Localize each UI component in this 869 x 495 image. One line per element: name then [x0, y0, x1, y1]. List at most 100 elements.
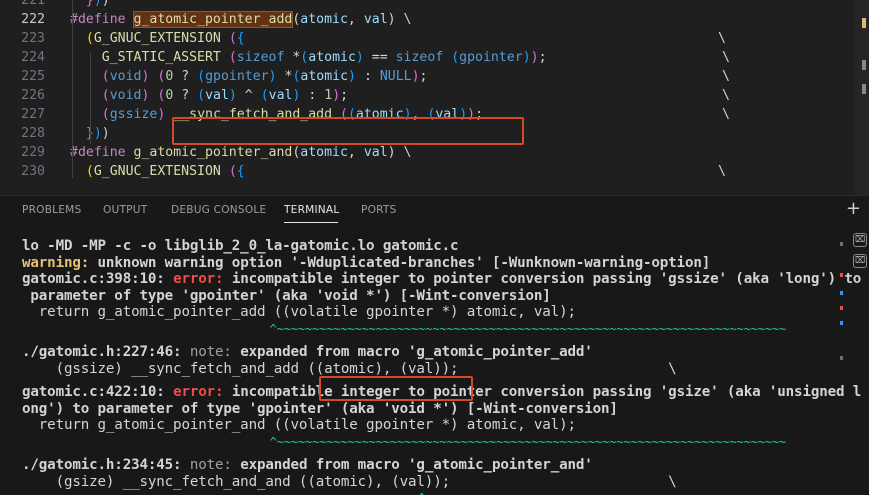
terminal-line: ./gatomic.h:234:45: note: expanded from … [22, 457, 832, 474]
terminal-text: incompatible integer to pointer conversi… [223, 271, 862, 287]
code-text: #define g_atomic_pointer_add(atomic, val… [70, 10, 411, 29]
code-text: (void) (0 ? (gpointer) *(atomic) : NULL)… [70, 67, 428, 86]
code-editor[interactable]: 221 })) 222 #define g_atomic_pointer_add(a… [0, 0, 869, 195]
code-token: ; [419, 69, 428, 84]
line-number: 221 [21, 0, 45, 8]
code-text: (void) (0 ? (val) ^ (val) : 1); [70, 86, 348, 105]
terminal-line: (gsize) __sync_fetch_and_and ((atomic), … [22, 474, 832, 491]
terminal-line: ^~~~~~~~~~~~~~~~~~~~~~~~~~~~~~~~~~~~~~~~… [22, 434, 832, 451]
code-token: void [109, 69, 142, 84]
terminal-text: expanded from macro 'g_atomic_pointer_an… [231, 457, 593, 473]
code-token: ( [228, 164, 237, 179]
terminal-err-text: error: [173, 384, 224, 400]
code-line[interactable]: 221 })) [0, 0, 840, 10]
code-token: * [276, 69, 293, 84]
tab-problems[interactable]: PROBLEMS [22, 204, 81, 216]
terminal-line: parameter of type 'gpointer' (aka 'void … [22, 288, 832, 305]
terminal-output[interactable]: lo -MD -MP -c -o libglib_2_0_la-gatomic.… [22, 238, 861, 495]
tab-output[interactable]: OUTPUT [103, 204, 147, 216]
tab-terminal[interactable]: TERMINAL [284, 204, 339, 216]
code-token: ) [348, 69, 356, 84]
scrollbar-marker [862, 60, 866, 70]
code-token: ( [228, 31, 237, 46]
line-continuation: \ [722, 107, 730, 122]
code-token: ) [530, 50, 539, 65]
terminal-gap [22, 337, 832, 344]
terminal-text: ./gatomic.h:227:46: [22, 344, 190, 360]
indent-guide [90, 52, 91, 144]
line-number: 227 [21, 107, 45, 122]
tab-ports[interactable]: PORTS [361, 204, 397, 216]
code-token: G_GNUC_EXTENSION [93, 31, 221, 46]
code-token: val [205, 88, 229, 103]
terminal-shell-icon[interactable]: ⌧ [853, 233, 867, 247]
terminal-text: ./gatomic.h:234:45: [22, 457, 190, 473]
line-continuation: \ [718, 164, 726, 179]
code-token: void [109, 88, 142, 103]
code-line[interactable]: 223 (G_GNUC_EXTENSION ({\ [0, 29, 840, 48]
code-line[interactable]: 229 #define g_atomic_pointer_and(atomic, … [0, 143, 840, 162]
line-number: 230 [21, 164, 45, 179]
tab-debug-console[interactable]: DEBUG CONSOLE [171, 204, 266, 216]
code-token: 1 [324, 88, 333, 103]
line-continuation: \ [722, 50, 730, 65]
line-continuation: \ [722, 69, 730, 84]
code-token: * [284, 50, 301, 65]
code-token: #define [70, 12, 126, 27]
code-line[interactable]: 225 (void) (0 ? (gpointer) *(atomic) : N… [0, 67, 840, 86]
code-line[interactable]: 222 #define g_atomic_pointer_add(atomic, … [0, 10, 840, 29]
terminal-text: (gssize) __sync_fetch_and_add ((atomic),… [22, 360, 677, 377]
code-text: (G_GNUC_EXTENSION ({ [70, 29, 245, 48]
code-text: (G_GNUC_EXTENSION ({ [70, 162, 245, 181]
panel-tabs: PROBLEMS OUTPUT DEBUG CONSOLE TERMINAL P… [0, 196, 840, 226]
code-token: ) [332, 88, 341, 103]
code-token: NULL [379, 69, 412, 84]
code-line[interactable]: 230 (G_GNUC_EXTENSION ({ \ [0, 162, 840, 181]
code-token: sizeof [236, 50, 285, 65]
terminal-shell-icon[interactable]: ⌧ [853, 254, 867, 268]
terminal-text: return g_atomic_pointer_and ((volatile g… [22, 417, 576, 433]
code-token: ( [85, 31, 94, 46]
terminal-line: ong') to parameter of type 'gpointer' (a… [22, 401, 832, 418]
code-text: })) [70, 0, 110, 10]
terminal-text: return g_atomic_pointer_add ((volatile g… [22, 304, 576, 320]
scrollbar-marker [862, 18, 866, 28]
code-line[interactable]: 224 G_STATIC_ASSERT (sizeof *(atomic) ==… [0, 48, 840, 67]
code-token: ) [411, 69, 420, 84]
code-token: ; [538, 50, 547, 65]
code-token: G_STATIC_ASSERT [101, 50, 221, 65]
new-terminal-button[interactable]: + [846, 198, 861, 219]
terminal-text: gatomic.c:422:10: [22, 384, 174, 400]
code-token: } [85, 0, 94, 8]
code-token: ) [228, 88, 237, 103]
scroll-marker [840, 242, 843, 246]
terminal-tilde-text: ^~~~~~~~~~~~~~~~~~~~~~~~~~~~~~~~~~~~~~~~… [22, 321, 787, 336]
code-token: ) \ [387, 12, 412, 27]
code-token: == [363, 50, 396, 65]
annotation-box-sync-fetch-and-add [172, 117, 524, 145]
terminal-line: gatomic.c:398:10: error: incompatible in… [22, 271, 861, 288]
terminal-line: (gssize) __sync_fetch_and_add ((atomic),… [22, 361, 832, 378]
terminal-text: expanded from macro 'g_atomic_pointer_ad… [231, 344, 593, 360]
scrollbar-marker [862, 84, 866, 94]
terminal-note-text: note: [189, 344, 232, 360]
terminal-tilde-text: ^~~~~~~~~~~~~~~~~~~~~~~~~~~~~~~~~~~~~~~~… [22, 434, 787, 449]
code-token: sizeof [395, 50, 444, 65]
scroll-marker [840, 306, 843, 310]
code-token: g_atomic_pointer_and [133, 145, 293, 160]
terminal-text: (gsize) __sync_fetch_and_and ((atomic), … [22, 473, 677, 490]
code-line[interactable]: 226 (void) (0 ? (val) ^ (val) : 1); \ [0, 86, 840, 105]
editor-scrollbar[interactable] [855, 0, 869, 195]
code-token: atomic [308, 50, 356, 65]
code-token: ( [451, 50, 460, 65]
code-token: ; [340, 88, 349, 103]
code-token: ) [93, 126, 102, 141]
annotation-box-integer-to-pointer [319, 376, 473, 401]
terminal-note-text: note: [189, 457, 232, 473]
code-text: G_STATIC_ASSERT (sizeof *(atomic) == siz… [70, 48, 547, 67]
code-token: val [363, 145, 388, 160]
